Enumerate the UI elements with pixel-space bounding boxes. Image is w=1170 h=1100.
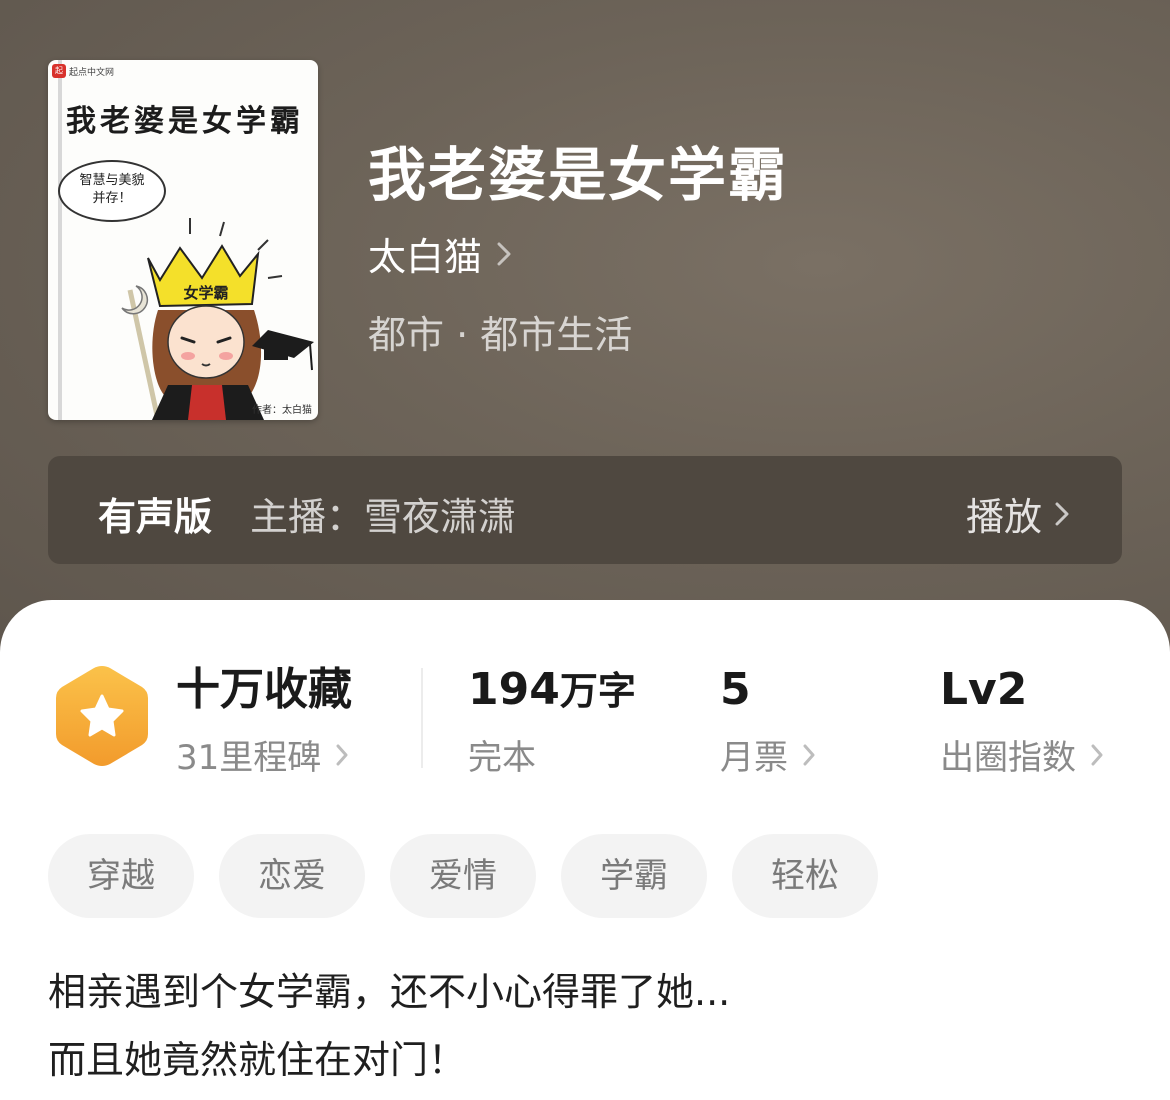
tag-list: 穿越 恋爱 爱情 学霸 轻松	[48, 834, 878, 918]
word-count-number: 194	[468, 664, 560, 715]
publisher-logo: 起 起点中文网	[52, 64, 114, 78]
tag-chip[interactable]: 恋爱	[219, 834, 365, 918]
publisher-logo-mark: 起	[52, 64, 66, 78]
book-description[interactable]: 相亲遇到个女学霸，还不小心得罪了她... 而且她竟然就住在对门！	[48, 958, 1118, 1094]
tag-chip[interactable]: 爱情	[390, 834, 536, 918]
description-line: 相亲遇到个女学霸，还不小心得罪了她...	[48, 970, 731, 1014]
milestone-label: 31里程碑	[176, 738, 322, 778]
publisher-logo-text: 起点中文网	[69, 67, 115, 78]
play-button[interactable]: 播放	[966, 486, 1070, 541]
audiobook-bar[interactable]: 有声版 主播：雪夜潇潇 播放	[48, 456, 1122, 564]
stat-monthly-tickets[interactable]: 5 月票	[720, 662, 816, 779]
popularity-label: 出圈指数	[940, 738, 1076, 778]
cover-title: 我老婆是女学霸	[66, 104, 304, 139]
cover-author: 作者：太白猫	[252, 405, 312, 416]
star-badge-icon	[56, 666, 148, 766]
author-link[interactable]: 太白猫	[368, 226, 512, 281]
completion-status: 完本	[468, 738, 536, 778]
audiobook-label: 有声版	[98, 495, 213, 539]
cover-spine	[58, 60, 62, 420]
chevron-right-icon	[336, 744, 348, 765]
book-genre[interactable]: 都市 · 都市生活	[368, 304, 632, 359]
stat-popularity-level[interactable]: Lv2 出圈指数	[940, 662, 1104, 779]
stats-divider	[421, 668, 423, 768]
description-line: 而且她竟然就住在对门！	[48, 1038, 467, 1082]
collections-count: 十万收藏	[176, 664, 352, 715]
book-title: 我老婆是女学霸	[368, 141, 789, 209]
tag-chip[interactable]: 轻松	[732, 834, 878, 918]
monthly-tickets-count: 5	[720, 664, 751, 715]
play-label: 播放	[965, 495, 1042, 539]
chevron-right-icon	[803, 744, 815, 765]
stat-word-count: 194万字 完本	[468, 662, 636, 779]
audiobook-host: 主播：雪夜潇潇	[250, 495, 517, 539]
monthly-tickets-label: 月票	[720, 738, 788, 778]
cover-illustration: 女学霸	[121, 218, 314, 420]
word-count-unit: 万字	[559, 669, 636, 713]
cover-crown-text: 女学霸	[183, 284, 228, 302]
book-cover[interactable]: 起 起点中文网 我老婆是女学霸 智慧与美貌 并存！ 女学霸 作者：太白猫	[48, 60, 318, 420]
tag-chip[interactable]: 穿越	[48, 834, 194, 918]
author-name: 太白猫	[368, 235, 483, 279]
stat-collections[interactable]: 十万收藏 31里程碑	[176, 662, 352, 779]
tag-chip[interactable]: 学霸	[561, 834, 707, 918]
chevron-right-icon	[1091, 744, 1103, 765]
chevron-right-icon	[1055, 502, 1069, 525]
chevron-right-icon	[497, 242, 511, 265]
popularity-level: Lv2	[940, 664, 1028, 715]
